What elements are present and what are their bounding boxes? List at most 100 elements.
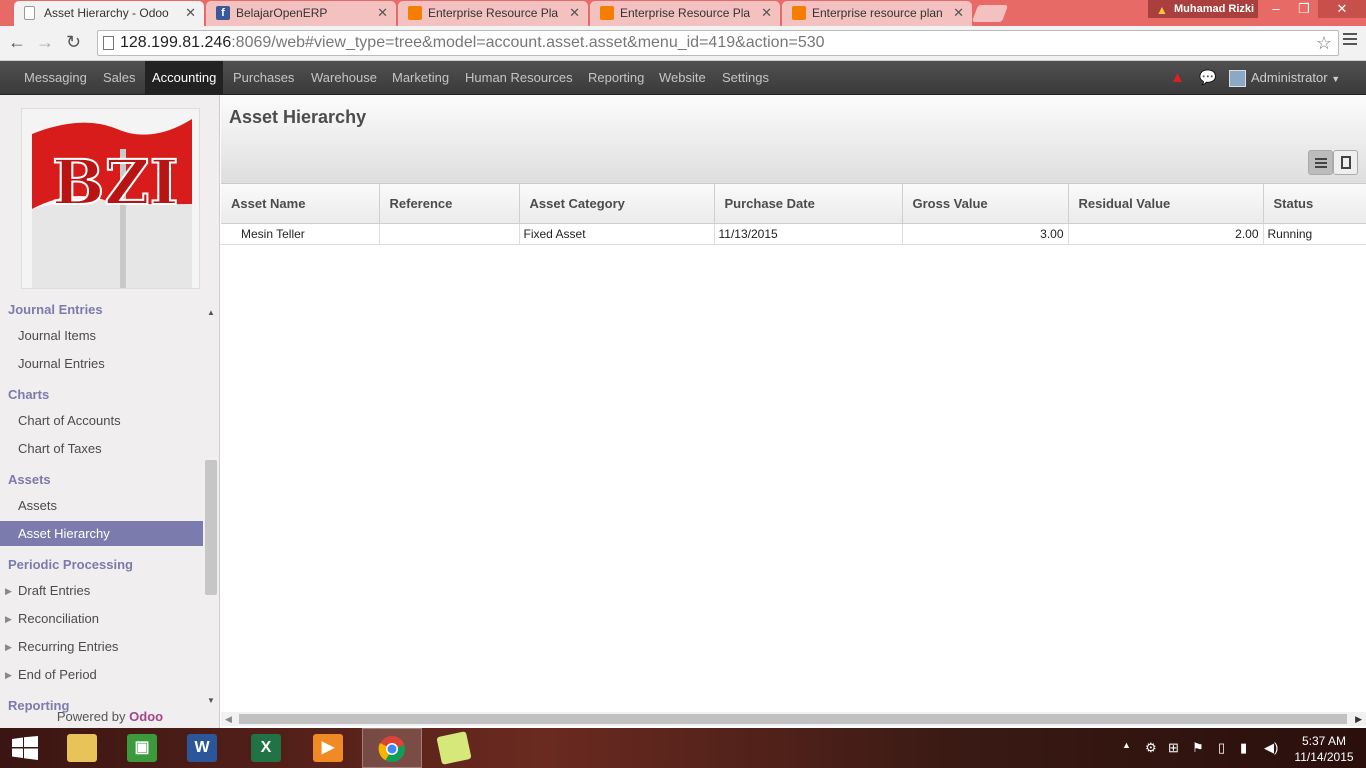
show-hidden-icons-icon[interactable]: ▲ [1122,740,1131,750]
odoo-link[interactable]: Odoo [129,709,163,724]
menu-settings[interactable]: Settings [715,61,776,95]
network-status-icon[interactable]: ⚙ [1145,740,1157,756]
signal-icon[interactable]: ▮ [1240,740,1247,756]
back-arrow-icon[interactable]: ← [8,32,26,53]
list-view-button[interactable] [1308,150,1333,175]
close-tab-icon[interactable]: ✕ [761,1,772,25]
menu-human-resources[interactable]: Human Resources [458,61,580,95]
word-icon: W [187,734,217,762]
tab-title: Enterprise resource planni [812,6,942,20]
sidebar-item-assets[interactable]: Assets [18,498,57,513]
battery-icon[interactable]: ▯ [1218,740,1225,756]
scroll-left-icon[interactable]: ◀ [225,712,232,726]
sidebar-item-recurring-entries[interactable]: Recurring Entries [18,639,118,654]
column-reference[interactable]: Reference [379,184,520,224]
excel-icon: X [251,734,281,762]
taskbar-excel[interactable]: X [236,728,296,768]
section-charts[interactable]: Charts [8,387,49,402]
profile-button[interactable]: ▲ Muhamad Rizki [1148,0,1258,18]
action-center-flag-icon[interactable]: ⚑ [1192,740,1204,756]
browser-tab[interactable]: Enterprise resource planni ✕ [782,1,972,26]
menu-website[interactable]: Website [652,61,713,95]
browser-tab-active[interactable]: Asset Hierarchy - Odoo ✕ [14,1,204,26]
sidebar-item-asset-hierarchy[interactable]: Asset Hierarchy [0,521,203,546]
minimize-window-icon[interactable]: – [1262,0,1290,18]
close-tab-icon[interactable]: ✕ [953,1,964,25]
sidebar-item-end-of-period[interactable]: End of Period [18,667,97,682]
taskbar-store[interactable]: ▣ [112,728,172,768]
section-journal-entries[interactable]: Journal Entries [8,302,103,317]
tab-title: Enterprise Resource Plann [620,6,750,20]
menu-accounting[interactable]: Accounting [145,61,224,95]
column-gross-value[interactable]: Gross Value [902,184,1069,224]
column-asset-category[interactable]: Asset Category [519,184,715,224]
profile-name: Muhamad Rizki [1174,3,1255,15]
windows-logo-icon[interactable]: ⊞ [1168,740,1179,756]
forward-arrow-icon[interactable]: → [36,32,54,53]
menu-reporting[interactable]: Reporting [581,61,651,95]
sidebar-item-journal-items[interactable]: Journal Items [18,328,96,343]
warning-icon: ▲ [1156,3,1168,17]
column-asset-name[interactable]: Asset Name [221,184,380,224]
new-tab-button[interactable] [971,5,1009,22]
close-tab-icon[interactable]: ✕ [185,1,196,25]
file-explorer-icon [67,734,97,762]
scroll-right-icon[interactable]: ▶ [1355,712,1362,726]
section-assets[interactable]: Assets [8,472,51,487]
tab-title: BelajarOpenERP [236,6,328,20]
cell-asset-category: Fixed Asset [519,223,715,245]
taskbar-word[interactable]: W [172,728,232,768]
taskbar-file-explorer[interactable] [52,728,112,768]
close-tab-icon[interactable]: ✕ [377,1,388,25]
close-tab-icon[interactable]: ✕ [569,1,580,25]
chat-icon[interactable]: 💬 [1199,61,1216,95]
column-purchase-date[interactable]: Purchase Date [714,184,903,224]
menu-warehouse[interactable]: Warehouse [304,61,384,95]
section-periodic-processing[interactable]: Periodic Processing [8,557,133,572]
scroll-up-icon[interactable]: ▲ [207,308,215,317]
sidebar-item-draft-entries[interactable]: Draft Entries [18,583,90,598]
menu-sales[interactable]: Sales [96,61,143,95]
column-residual-value[interactable]: Residual Value [1068,184,1264,224]
media-player-icon: ▶ [313,734,343,762]
form-view-button[interactable] [1333,150,1358,175]
system-clock[interactable]: 5:37 AM 11/14/2015 [1286,733,1362,765]
browser-tab[interactable]: Enterprise Resource Plann ✕ [590,1,780,26]
cell-status: Running [1263,223,1366,245]
chrome-menu-icon[interactable] [1343,33,1357,48]
column-status[interactable]: Status [1263,184,1366,224]
menu-marketing[interactable]: Marketing [385,61,456,95]
avatar[interactable] [1229,70,1246,87]
reload-icon[interactable]: ↻ [66,32,81,53]
close-window-icon[interactable]: ✕ [1318,0,1366,18]
caret-right-icon: ▶ [5,586,12,596]
browser-tab-strip: Asset Hierarchy - Odoo ✕ f BelajarOpenER… [0,0,1366,26]
user-menu[interactable]: Administrator ▼ [1251,61,1340,95]
menu-messaging[interactable]: Messaging [17,61,94,95]
address-bar[interactable]: 128.199.81.246:8069/web#view_type=tree&m… [97,30,1339,56]
cell-residual-value: 2.00 [1068,223,1264,245]
browser-tab[interactable]: f BelajarOpenERP ✕ [206,1,396,26]
scroll-down-icon[interactable]: ▼ [207,696,215,705]
maximize-window-icon[interactable]: ❐ [1290,0,1318,18]
alert-icon[interactable]: ▲ [1170,61,1185,95]
menu-purchases[interactable]: Purchases [226,61,301,95]
taskbar-chrome[interactable] [362,728,422,768]
table-row[interactable]: Mesin Teller Fixed Asset 11/13/2015 3.00… [221,223,1366,245]
windows-start-button[interactable] [0,728,60,768]
sidebar-item-reconciliation[interactable]: Reconciliation [18,611,99,626]
sidebar-item-journal-entries[interactable]: Journal Entries [18,356,105,371]
horizontal-scrollbar[interactable]: ◀ ▶ [221,712,1366,726]
bookmark-star-icon[interactable]: ☆ [1316,31,1332,55]
caret-right-icon: ▶ [5,670,12,680]
sidebar-item-chart-of-accounts[interactable]: Chart of Accounts [18,413,121,428]
browser-tab[interactable]: Enterprise Resource Plan ✕ [398,1,588,26]
taskbar-media-player[interactable]: ▶ [298,728,358,768]
url-host: 128.199.81.246 [120,34,232,51]
sidebar-item-chart-of-taxes[interactable]: Chart of Taxes [18,441,102,456]
page-icon [24,6,35,20]
volume-icon[interactable]: ◀) [1264,740,1278,756]
taskbar-sticky-notes[interactable] [424,728,484,768]
sidebar-scrollbar[interactable] [205,460,217,595]
scrollbar-thumb[interactable] [239,714,1347,724]
